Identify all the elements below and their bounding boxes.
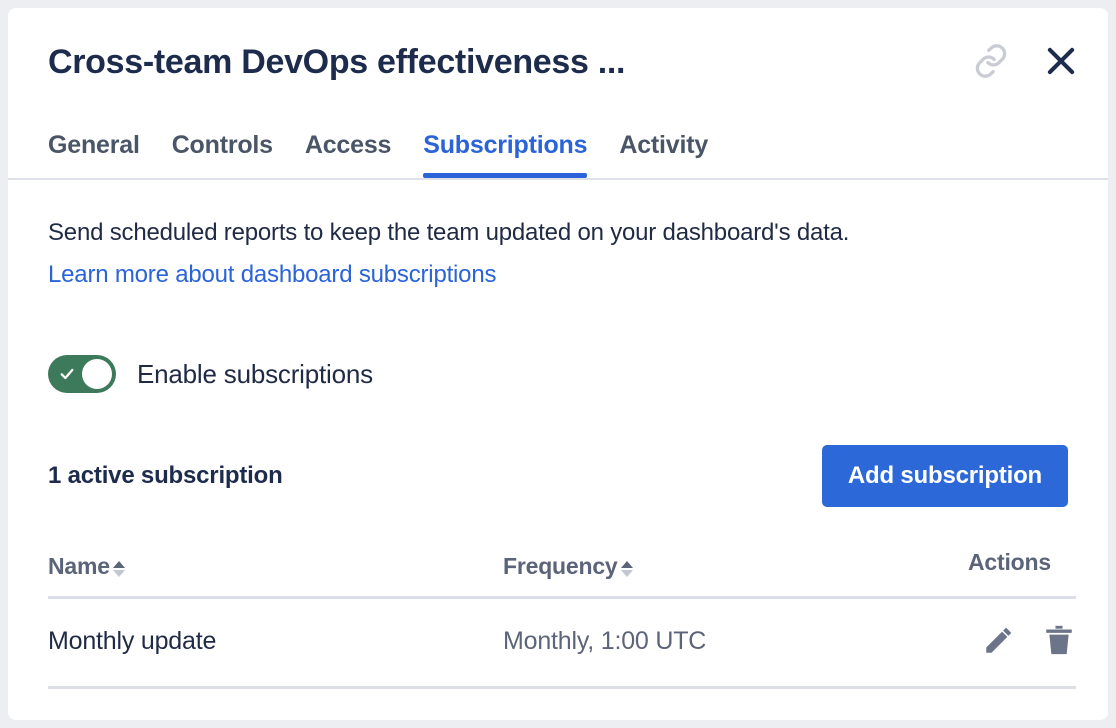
enable-subscriptions-row: Enable subscriptions [48,355,1068,394]
page-title: Cross-team DevOps effectiveness ... [48,42,626,81]
trash-icon [1042,623,1076,660]
link-icon [972,42,1010,83]
tab-subscriptions[interactable]: Subscriptions [423,131,588,178]
tab-access[interactable]: Access [305,131,392,178]
column-header-name[interactable]: Name [48,549,503,600]
subscription-frequency-text: Monthly, 1:00 UTC [503,627,707,656]
sort-ascending-icon [620,561,633,569]
enable-subscriptions-toggle[interactable] [48,355,116,394]
enable-subscriptions-label: Enable subscriptions [137,358,373,389]
sort-indicator-frequency[interactable] [620,561,633,580]
learn-more-link[interactable]: Learn more about dashboard subscriptions [48,261,496,289]
cell-subscription-frequency: Monthly, 1:00 UTC [503,597,943,690]
sort-descending-icon [620,570,633,578]
tab-bar: General Controls Access Subscriptions Ac… [8,116,1108,180]
table-header-row: Name Frequency Actions [48,549,1076,600]
close-icon [1042,42,1080,83]
column-header-frequency[interactable]: Frequency [503,549,943,600]
panel-description: Send scheduled reports to keep the team … [48,219,850,246]
copy-link-button[interactable] [972,42,1010,83]
column-header-actions: Actions [943,549,1076,600]
tab-controls[interactable]: Controls [172,131,273,178]
toggle-knob [82,359,112,390]
header-actions [972,42,1080,83]
tab-general[interactable]: General [48,131,140,178]
subscriptions-table: Name Frequency Actions Monthly update Mo… [48,549,1076,690]
add-subscription-button[interactable]: Add subscription [821,445,1068,508]
close-button[interactable] [1042,42,1080,83]
tab-divider [8,178,1108,180]
pencil-icon [982,623,1016,660]
sort-descending-icon [112,570,125,578]
sort-indicator-name[interactable] [112,561,125,580]
subscription-name-text: Monthly update [48,627,217,656]
column-header-frequency-label: Frequency [503,553,618,580]
column-header-actions-label: Actions [968,549,1051,576]
table-row: Monthly update Monthly, 1:00 UTC [48,597,1076,690]
subscriptions-summary-row: 1 active subscription Add subscription [48,445,1068,508]
column-header-name-label: Name [48,553,110,580]
cell-subscription-name: Monthly update [48,597,503,690]
tab-activity[interactable]: Activity [619,131,708,178]
subscriptions-panel: Send scheduled reports to keep the team … [8,180,1108,690]
sort-ascending-icon [112,561,125,569]
edit-subscription-button[interactable] [982,623,1016,660]
cell-subscription-actions [943,597,1076,690]
dialog-header: Cross-team DevOps effectiveness ... [8,8,1108,116]
dashboard-settings-dialog: Cross-team DevOps effectiveness ... Gene… [8,8,1108,720]
check-icon [59,366,75,382]
active-subscription-count: 1 active subscription [48,462,283,490]
delete-subscription-button[interactable] [1042,623,1076,660]
